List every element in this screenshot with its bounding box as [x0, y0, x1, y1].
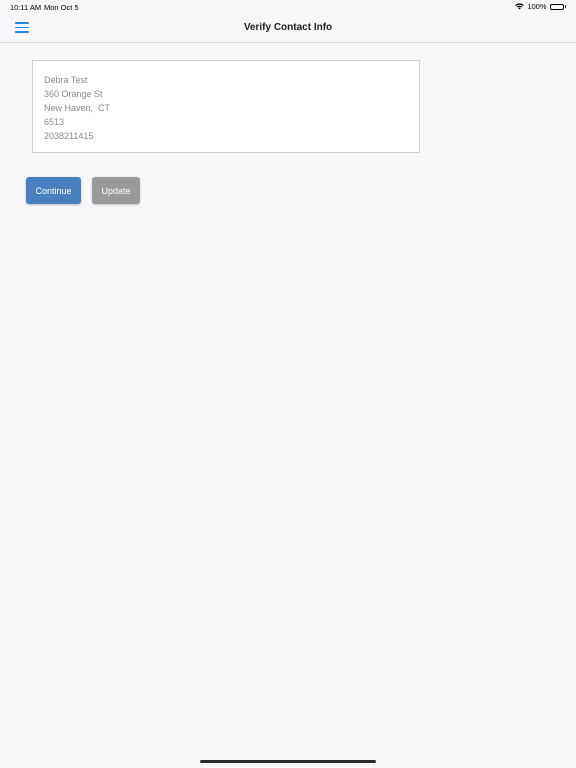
contact-city-state: New Haven, CT	[44, 103, 111, 113]
contact-phone: 2038211415	[44, 131, 94, 141]
home-indicator[interactable]	[200, 760, 376, 763]
contact-name: Debra Test	[44, 75, 88, 85]
update-button[interactable]: Update	[92, 177, 140, 204]
status-time: 10:11 AM	[10, 3, 42, 12]
status-bar: 10:11 AM Mon Oct 5 100%	[0, 0, 576, 14]
contact-info-card: Debra Test 360 Orange St New Haven, CT 6…	[32, 60, 420, 153]
status-indicators: 100%	[515, 2, 566, 11]
battery-icon	[549, 3, 564, 10]
page-title: Verify Contact Info	[243, 22, 333, 33]
battery-percent: 100%	[527, 2, 547, 11]
wifi-icon	[515, 3, 525, 10]
continue-button[interactable]: Continue	[26, 177, 81, 204]
battery-nub	[564, 5, 566, 8]
contact-zip: 6513	[44, 117, 65, 127]
nav-bar: Verify Contact Info	[0, 14, 576, 43]
screen: 10:11 AM Mon Oct 5 100% Verify Contact I…	[0, 0, 576, 768]
status-date: Mon Oct 5	[44, 3, 79, 12]
contact-street: 360 Orange St	[44, 89, 103, 99]
